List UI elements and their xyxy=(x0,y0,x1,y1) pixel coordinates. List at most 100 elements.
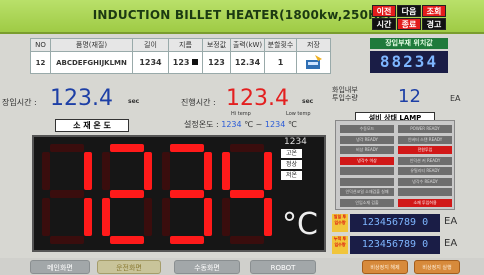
segment-e xyxy=(42,198,50,236)
segment-c xyxy=(144,198,152,236)
status-lamp: 유틸리티 READY xyxy=(398,167,452,175)
equipment-status-lamp-panel: 수동모드 POWER READY 냉각 READY 인버터 스탠 READY 비상 RE… xyxy=(335,120,455,210)
temperature-display-panel: 1234 고온 정상 저온 °C xyxy=(32,135,326,252)
cell-correction[interactable]: 123 xyxy=(202,51,231,74)
titlebar-button-3[interactable]: 조회 xyxy=(422,5,446,17)
diameter-marker-icon xyxy=(192,59,199,65)
status-lamp: 수동모드 xyxy=(340,125,394,133)
segment-c xyxy=(204,198,212,236)
col-header-output: 출력(kW) xyxy=(230,38,265,52)
save-icon[interactable] xyxy=(304,54,324,70)
cell-material[interactable]: ABCDEFGHIJKLMN xyxy=(50,51,133,74)
segment-digit xyxy=(102,144,152,244)
status-lamp: 냉각수 이상 xyxy=(340,156,394,165)
segment-c xyxy=(84,198,92,236)
segment-e xyxy=(102,198,110,236)
inside-count-label: 화입내부 투입수량 xyxy=(332,86,358,102)
status-lamp: 인덕션코일 소재검출 실패 xyxy=(340,188,394,196)
inside-count-value: 12 xyxy=(398,86,421,107)
segment-a xyxy=(110,144,144,152)
segment-a xyxy=(230,144,264,152)
daily-counter-label: 일일 투입수량 xyxy=(332,214,348,232)
col-header-diameter: 지름 xyxy=(168,38,203,52)
cell-split[interactable]: 1 xyxy=(264,51,297,74)
inside-count-unit: EA xyxy=(450,94,461,103)
col-header-split: 분할횟수 xyxy=(264,38,297,52)
status-lamp: 인입소재 검출 xyxy=(340,198,394,207)
status-lamp xyxy=(340,167,394,175)
status-lamp: 냉각수 READY xyxy=(398,177,452,186)
charge-time-unit: sec xyxy=(128,98,140,105)
titlebar-button-2[interactable]: 다음 xyxy=(397,5,421,17)
segment-digit xyxy=(222,144,272,244)
segment-a xyxy=(170,144,204,152)
segment-b xyxy=(204,152,212,190)
set-temp-low-unit: ℃ xyxy=(287,120,297,129)
diameter-value: 123 xyxy=(172,58,190,67)
total-counter-label: 누적 투입수량 xyxy=(332,236,348,254)
total-counter-value: 123456789 0 xyxy=(350,236,440,254)
status-lamp: 인버터 스탠 READY xyxy=(398,135,452,144)
status-lamp: 비상 READY xyxy=(340,146,394,154)
cell-diameter[interactable]: 123 xyxy=(168,51,203,74)
cell-no[interactable]: 12 xyxy=(30,51,51,74)
title-bar: INDUCTION BILLET HEATER(1800kw,250Hz) 이전… xyxy=(0,0,484,34)
seven-segment-display xyxy=(42,144,272,244)
charge-time-label: 장입시간 : xyxy=(2,98,37,107)
hi-temp-label: Hi temp xyxy=(231,111,251,117)
high-temp-button[interactable]: 고온 xyxy=(281,149,302,158)
inside-count-label-1: 화입내부 xyxy=(332,86,358,94)
titlebar-button-6[interactable]: 경고 xyxy=(422,18,446,30)
segment-digit xyxy=(162,144,212,244)
emergency-stop-release-button[interactable]: 비상정지 해제 xyxy=(362,260,408,274)
status-lamp xyxy=(398,188,452,196)
status-lamp xyxy=(340,177,394,186)
nav-robot-screen[interactable]: ROBOT xyxy=(250,260,316,274)
segment-g xyxy=(170,190,204,198)
segment-d xyxy=(110,236,144,244)
titlebar-button-5[interactable]: 종료 xyxy=(397,18,421,30)
segment-a xyxy=(50,144,84,152)
status-lamp: 냉각 READY xyxy=(340,135,394,144)
nav-manual-screen[interactable]: 수동화면 xyxy=(174,260,240,274)
col-header-no: NO xyxy=(30,38,51,52)
total-input-counter: 누적 투입수량 123456789 0 EA xyxy=(332,236,466,254)
segment-d xyxy=(230,236,264,244)
low-temp-button[interactable]: 저온 xyxy=(281,171,302,180)
inside-count-label-2: 투입수량 xyxy=(332,94,358,102)
set-temp-high[interactable]: 1234 xyxy=(221,120,241,129)
nav-main-screen[interactable]: 메인화면 xyxy=(30,260,90,274)
progress-time-unit: sec xyxy=(302,98,314,105)
set-temp-low[interactable]: 1234 xyxy=(265,120,285,129)
clock-label: 장입부재 위치값 xyxy=(370,38,448,49)
segment-b xyxy=(144,152,152,190)
normal-temp-button[interactable]: 정상 xyxy=(281,160,302,169)
small-temp-value: 1234 xyxy=(284,137,307,147)
segment-f xyxy=(162,152,170,190)
set-temp-group: 설정온도 : 1234 ℃ ~ 1234 ℃ xyxy=(184,120,297,129)
segment-g xyxy=(110,190,144,198)
daily-counter-unit: EA xyxy=(444,216,458,227)
progress-time-value: 123.4 xyxy=(226,86,289,111)
titlebar-button-4[interactable]: 시간 xyxy=(372,18,396,30)
segment-d xyxy=(50,236,84,244)
cell-length[interactable]: 1234 xyxy=(132,51,169,74)
status-lamp: 인덕션 커 READY xyxy=(398,156,452,165)
titlebar-button-1[interactable]: 이전 xyxy=(372,5,396,17)
progress-time-label: 진행시간 : xyxy=(181,98,216,107)
segment-b xyxy=(84,152,92,190)
status-lamp: 전원투입 xyxy=(398,146,452,154)
billet-info-table: NO 품명(재질) 길이 지름 보정값 출력(kW) 분할횟수 저장 12 AB… xyxy=(30,38,331,74)
cell-output[interactable]: 12.34 xyxy=(230,51,265,74)
segment-d xyxy=(170,236,204,244)
col-header-correction: 보정값 xyxy=(202,38,231,52)
set-temp-high-unit: ℃ xyxy=(244,120,254,129)
nav-operation-screen[interactable]: 운전화면 xyxy=(97,260,161,274)
charge-time-value: 123.4 xyxy=(50,86,113,111)
cell-save[interactable] xyxy=(296,51,331,74)
daily-input-counter: 일일 투입수량 123456789 0 EA xyxy=(332,214,466,232)
emergency-stop-execute-button[interactable]: 비상정지 실행 xyxy=(414,260,460,274)
set-temp-label: 설정온도 : xyxy=(184,120,219,129)
col-header-material: 품명(재질) xyxy=(50,38,133,52)
segment-b xyxy=(264,152,272,190)
